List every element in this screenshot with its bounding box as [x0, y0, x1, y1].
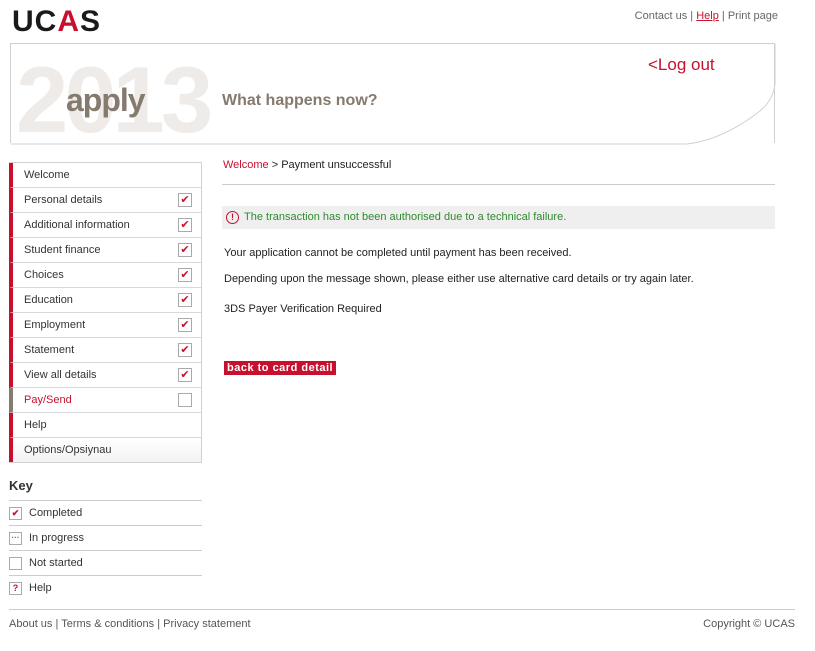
breadcrumb: Welcome > Payment unsuccessful [223, 159, 391, 171]
not-started-box-icon [9, 557, 22, 570]
completed-check-icon: ✔ [178, 368, 192, 382]
key-item-label: In progress [29, 532, 85, 544]
key-item-in-progress: ··· In progress [9, 526, 202, 551]
sidebar-item-additional-information[interactable]: Additional information ✔ [9, 213, 201, 238]
status-key: Key ✔ Completed ··· In progress Not starte… [9, 478, 202, 600]
completed-check-icon: ✔ [178, 293, 192, 307]
sidebar-item-label: Education [24, 294, 73, 306]
help-question-icon: ? [9, 582, 22, 595]
logo-text-part: UC [12, 5, 58, 38]
separator: | [154, 618, 164, 630]
sidebar-item-label: Student finance [24, 244, 101, 256]
sidebar-item-welcome[interactable]: Welcome [9, 163, 201, 188]
sidebar-nav: Welcome Personal details ✔ Additional in… [9, 162, 202, 463]
back-to-card-detail-button[interactable]: back to card detail [224, 361, 337, 375]
breadcrumb-separator: > [268, 159, 282, 171]
top-links: Contact us | Help | Print page [635, 10, 778, 22]
error-alert: ! The transaction has not been authorised… [222, 206, 775, 229]
alert-message: The transaction has not been authorised … [244, 211, 567, 223]
banner-curve-border [11, 44, 776, 145]
contact-us-link[interactable]: Contact us [635, 10, 688, 22]
header-banner: 2013 apply What happens now? <Log out [10, 43, 776, 147]
key-item-help: ? Help [9, 576, 202, 600]
terms-link[interactable]: Terms & conditions [61, 618, 154, 630]
privacy-link[interactable]: Privacy statement [163, 618, 250, 630]
completed-check-icon: ✔ [9, 507, 22, 520]
sidebar-item-label: Statement [24, 344, 75, 356]
key-item-label: Not started [29, 557, 83, 569]
completed-check-icon: ✔ [178, 243, 192, 257]
breadcrumb-welcome-link[interactable]: Welcome [223, 159, 269, 171]
sidebar-item-pay-send[interactable]: Pay/Send [9, 388, 201, 413]
key-item-label: Help [29, 582, 52, 594]
payment-message: Your application cannot be completed unt… [224, 247, 572, 259]
separator: | [718, 10, 728, 22]
sidebar-item-choices[interactable]: Choices ✔ [9, 263, 201, 288]
sidebar-item-label: Additional information [24, 219, 130, 231]
print-page-link[interactable]: Print page [728, 10, 778, 22]
breadcrumb-current: Payment unsuccessful [281, 159, 392, 171]
sidebar-item-label: Personal details [24, 194, 103, 206]
copyright: Copyright © UCAS [703, 618, 795, 630]
sidebar-item-options[interactable]: Options/Opsiynau [9, 438, 201, 462]
completed-check-icon: ✔ [178, 318, 192, 332]
completed-check-icon: ✔ [178, 193, 192, 207]
completed-check-icon: ✔ [178, 343, 192, 357]
separator: | [687, 10, 697, 22]
sidebar-item-employment[interactable]: Employment ✔ [9, 313, 201, 338]
sidebar-item-education[interactable]: Education ✔ [9, 288, 201, 313]
footer-divider [9, 609, 795, 610]
footer-links: About us | Terms & conditions | Privacy … [9, 618, 251, 630]
alert-icon: ! [226, 210, 239, 224]
sidebar-item-statement[interactable]: Statement ✔ [9, 338, 201, 363]
key-item-not-started: Not started [9, 551, 202, 576]
sidebar-item-label: View all details [24, 369, 97, 381]
sidebar-item-help[interactable]: Help [9, 413, 201, 438]
verification-message: 3DS Payer Verification Required [224, 303, 382, 315]
sidebar-item-label: Choices [24, 269, 64, 281]
sidebar-item-student-finance[interactable]: Student finance ✔ [9, 238, 201, 263]
separator: | [52, 618, 62, 630]
not-started-box-icon [178, 393, 192, 407]
sidebar-item-label: Options/Opsiynau [24, 444, 112, 456]
help-link[interactable]: Help [696, 10, 719, 22]
key-title: Key [9, 478, 202, 501]
in-progress-dots-icon: ··· [9, 532, 22, 545]
sidebar-item-label: Pay/Send [24, 394, 72, 406]
ucas-logo[interactable]: UCAS [12, 5, 101, 39]
key-item-completed: ✔ Completed [9, 501, 202, 526]
sidebar-item-label: Welcome [24, 169, 70, 181]
completed-check-icon: ✔ [178, 268, 192, 282]
instruction-message: Depending upon the message shown, please… [224, 273, 694, 285]
about-us-link[interactable]: About us [9, 618, 52, 630]
key-item-label: Completed [29, 507, 83, 519]
sidebar-item-label: Employment [24, 319, 86, 331]
sidebar-item-view-all-details[interactable]: View all details ✔ [9, 363, 201, 388]
logo-text-part: S [80, 5, 102, 38]
content-divider [222, 184, 775, 185]
sidebar-item-personal-details[interactable]: Personal details ✔ [9, 188, 201, 213]
logo-accent-letter: A [57, 5, 81, 38]
completed-check-icon: ✔ [178, 218, 192, 232]
sidebar-item-label: Help [24, 419, 47, 431]
